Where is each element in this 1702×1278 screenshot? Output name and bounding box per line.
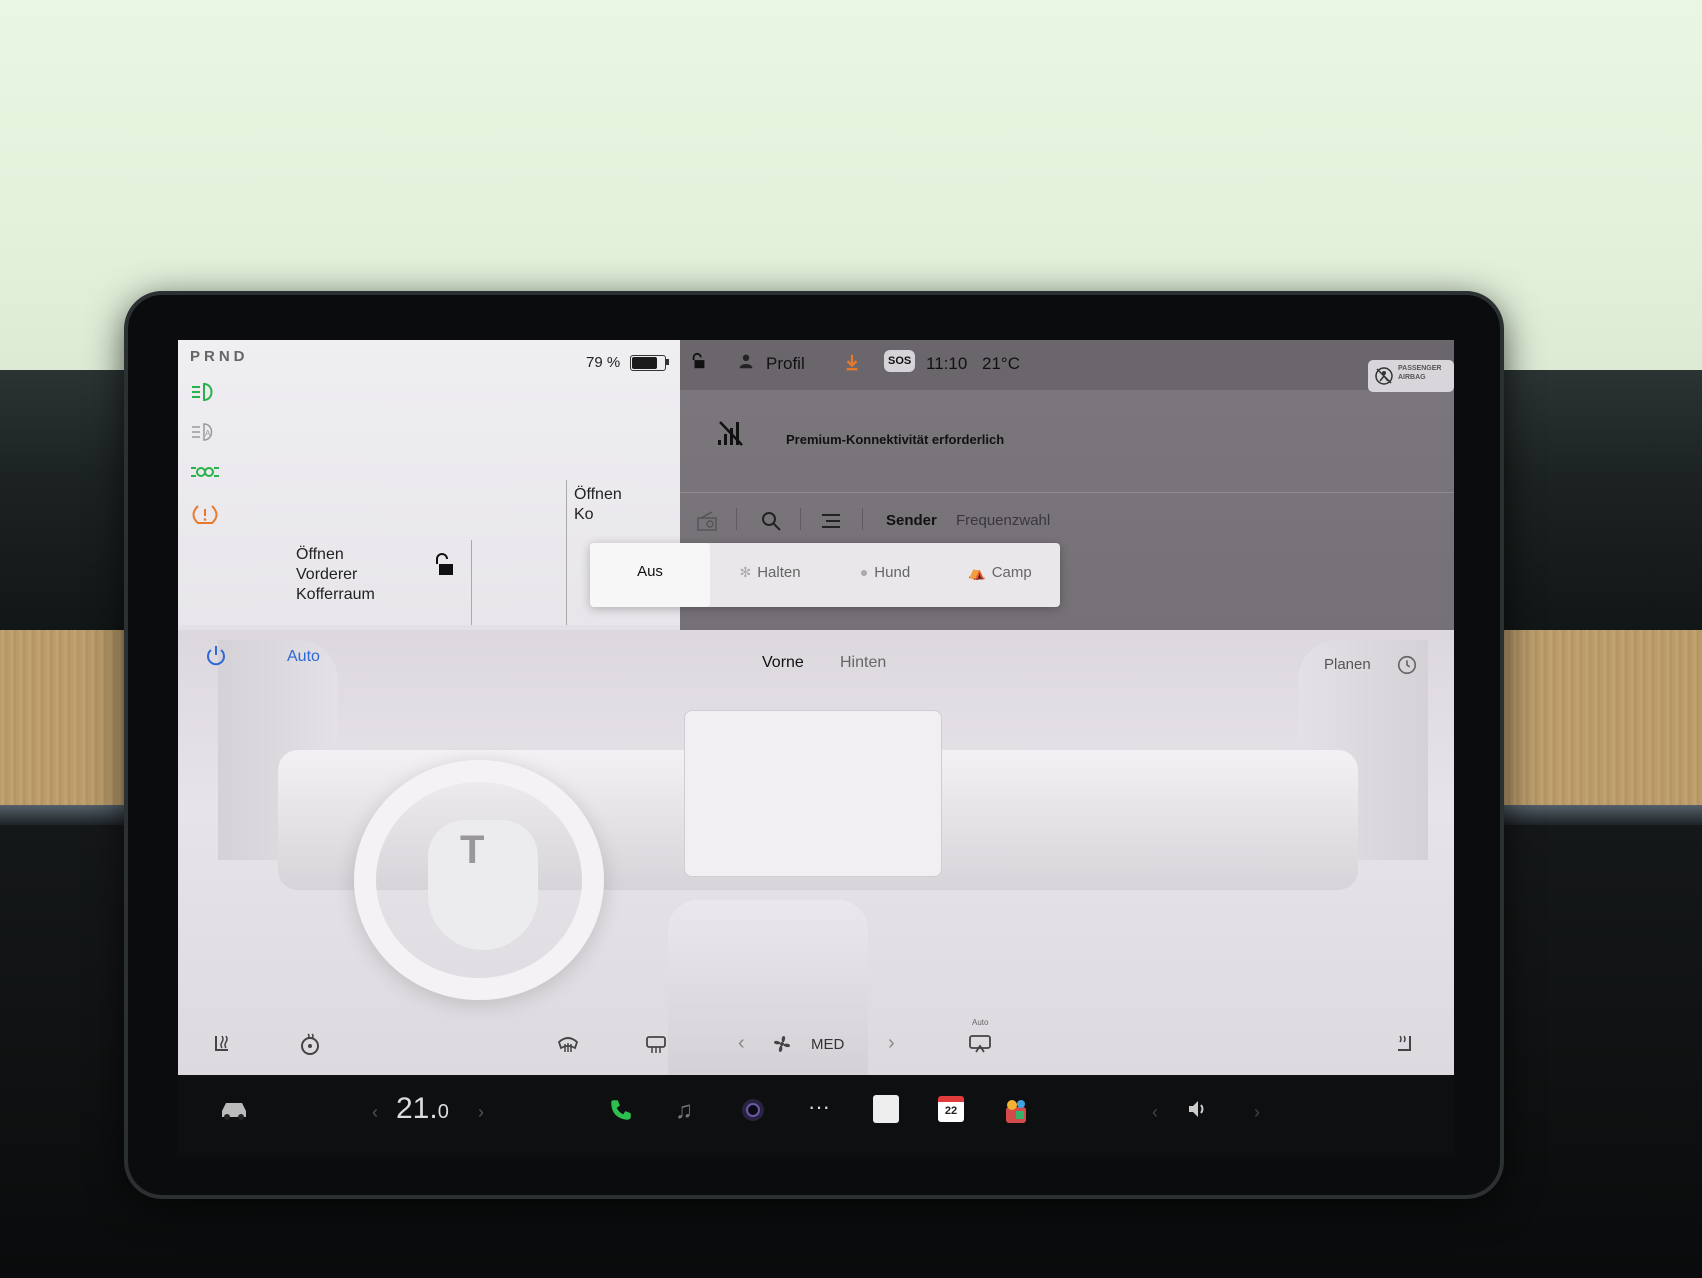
temperature-value: 21. — [396, 1092, 438, 1125]
rear-trunk-line — [566, 480, 567, 625]
mode-option-camp-label: Camp — [991, 564, 1032, 581]
tab-front[interactable]: Vorne — [762, 654, 804, 672]
climate-keeper-popup: Aus ✻ Halten ● Hund ⛺ Camp — [590, 543, 1060, 607]
queue-list-icon[interactable] — [820, 510, 842, 537]
climate-auto-button[interactable]: Auto — [287, 648, 320, 666]
fan-speed-label: MED — [811, 1036, 845, 1053]
separator — [800, 508, 801, 530]
clock: 11:10 — [926, 354, 968, 373]
airbag-label-2: AIRBAG — [1398, 374, 1426, 381]
driver-seat-heater-icon[interactable] — [210, 1032, 234, 1062]
tab-rear[interactable]: Hinten — [840, 654, 886, 672]
steering-wheel-heater-icon[interactable] — [298, 1032, 322, 1062]
fan-decrease-chevron-icon[interactable]: ‹ — [738, 1032, 745, 1055]
connectivity-message: Premium-Konnektivität erforderlich — [786, 432, 1005, 447]
calendar-icon[interactable]: 22 — [938, 1096, 964, 1122]
gear-indicator: PRND — [190, 348, 249, 365]
media-divider — [680, 492, 1454, 493]
recirculation-icon[interactable] — [968, 1032, 992, 1062]
recirculation-auto-label: Auto — [972, 1018, 989, 1027]
rear-trunk-label: Ko — [574, 506, 594, 523]
rear-defrost-icon[interactable] — [644, 1032, 668, 1062]
driver-temperature[interactable]: 21.0 — [396, 1092, 449, 1126]
camera-icon[interactable] — [740, 1097, 766, 1130]
mode-option-keep-label: Halten — [757, 564, 801, 581]
fan-increase-chevron-icon[interactable]: › — [888, 1032, 895, 1055]
front-trunk-button[interactable]: Öffnen Vorderer Kofferraum — [296, 545, 375, 605]
passenger-seat-heater-icon[interactable] — [1392, 1032, 1416, 1062]
temperature-decimal: 0 — [437, 1101, 449, 1123]
clock-icon[interactable] — [1396, 654, 1418, 681]
temp-increase-chevron-icon[interactable]: › — [478, 1102, 484, 1123]
download-icon[interactable] — [843, 352, 861, 377]
schedule-button[interactable]: Planen — [1324, 656, 1371, 673]
battery-icon — [630, 355, 666, 371]
front-trunk-label-2: Kofferraum — [296, 586, 375, 603]
front-defrost-icon[interactable] — [556, 1032, 580, 1062]
parking-light-icon — [190, 460, 220, 484]
notes-icon[interactable] — [873, 1095, 899, 1123]
cabin-center-screen — [684, 710, 942, 877]
rear-trunk-button[interactable]: Öffnen Ko — [574, 485, 622, 525]
profile-label[interactable]: Profil — [766, 354, 805, 374]
battery-tip — [666, 359, 669, 365]
sos-button[interactable]: SOS — [884, 350, 916, 372]
mode-option-keep[interactable]: ✻ Halten — [710, 543, 830, 607]
separator — [862, 508, 863, 530]
volume-increase-chevron-icon[interactable]: › — [1254, 1102, 1260, 1123]
auto-headlight-icon: A — [190, 420, 220, 444]
rear-trunk-open-label: Öffnen — [574, 486, 622, 503]
outside-temperature: 21°C — [982, 354, 1020, 373]
front-trunk-label-1: Vorderer — [296, 566, 358, 583]
volume-decrease-chevron-icon[interactable]: ‹ — [1152, 1102, 1158, 1123]
separator — [736, 508, 737, 530]
lock-icon[interactable] — [690, 352, 708, 375]
profile-icon[interactable] — [738, 353, 754, 374]
battery-level-fill — [632, 357, 657, 369]
tab-sender[interactable]: Sender — [886, 512, 937, 529]
fan-icon: ✻ — [739, 564, 752, 580]
tire-pressure-warning-icon — [190, 502, 220, 526]
temp-decrease-chevron-icon[interactable]: ‹ — [372, 1102, 378, 1123]
tent-icon: ⛺ — [968, 564, 986, 580]
music-icon[interactable]: ♫ — [675, 1097, 693, 1125]
volume-icon[interactable] — [1186, 1097, 1210, 1128]
airbag-label-1: PASSENGER — [1398, 365, 1442, 372]
headlight-icon — [190, 380, 220, 404]
front-trunk-line — [471, 540, 472, 625]
front-trunk-open-label: Öffnen — [296, 546, 344, 563]
tab-frequency[interactable]: Frequenzwahl — [956, 512, 1050, 529]
search-icon[interactable] — [760, 510, 782, 537]
touchscreen: PRND A 79 % Öffnen Vorderer Kofferraum Ö… — [178, 340, 1454, 1075]
mode-option-camp[interactable]: ⛺ Camp — [940, 543, 1060, 607]
battery-percent: 79 % — [586, 354, 621, 371]
phone-icon[interactable] — [608, 1097, 634, 1130]
car-icon[interactable] — [218, 1097, 250, 1128]
tesla-logo-icon: T — [460, 828, 485, 872]
more-apps-icon[interactable]: ··· — [808, 1094, 830, 1120]
climate-power-icon[interactable] — [204, 644, 228, 673]
paw-icon: ● — [859, 564, 869, 580]
svg-text:A: A — [205, 429, 211, 438]
no-signal-icon — [716, 418, 746, 453]
mode-option-dog-label: Hund — [874, 564, 911, 581]
unlock-icon[interactable] — [431, 552, 457, 578]
fan-icon — [770, 1032, 794, 1062]
mode-option-off[interactable]: Aus — [590, 543, 710, 607]
passenger-airbag-indicator: PASSENGER AIRBAG — [1368, 360, 1454, 392]
radio-source-icon[interactable] — [696, 510, 718, 537]
mode-option-dog[interactable]: ● Hund — [830, 543, 940, 607]
toybox-icon[interactable] — [1002, 1097, 1030, 1132]
